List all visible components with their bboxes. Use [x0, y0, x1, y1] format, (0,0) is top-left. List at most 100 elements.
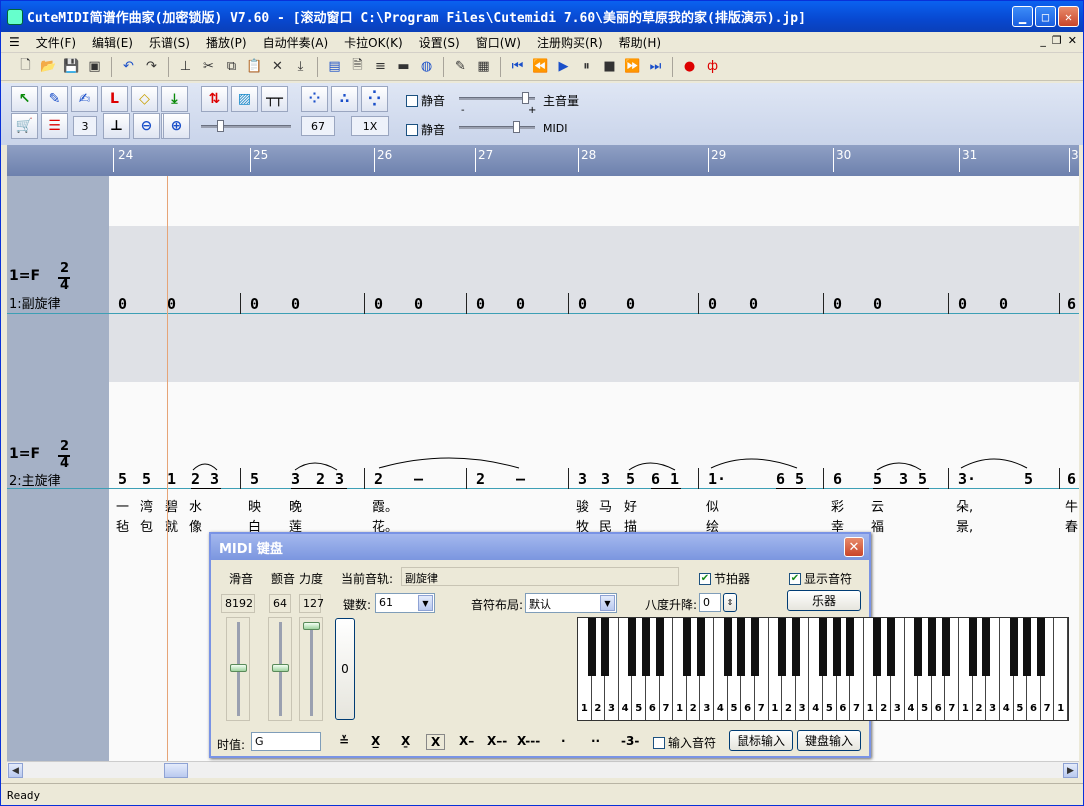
- sixteenth-note-icon[interactable]: ≚: [339, 734, 349, 748]
- note[interactable]: 0: [708, 295, 717, 313]
- black-key[interactable]: [819, 618, 827, 676]
- write-tool-icon[interactable]: ✍: [71, 86, 98, 112]
- rewind-icon[interactable]: ⏪: [530, 56, 551, 77]
- white-key[interactable]: 1: [1054, 618, 1068, 720]
- undo-icon[interactable]: ↶: [118, 56, 139, 77]
- black-key[interactable]: [778, 618, 787, 676]
- note[interactable]: 0: [250, 295, 259, 313]
- delete-icon[interactable]: ✕: [267, 56, 288, 77]
- black-key[interactable]: [791, 618, 800, 676]
- save-icon[interactable]: 💾: [61, 56, 82, 77]
- black-key[interactable]: [941, 618, 950, 676]
- black-key[interactable]: [914, 618, 923, 676]
- playback-cursor[interactable]: [167, 176, 168, 761]
- mdi-close-icon[interactable]: ✕: [1068, 34, 1077, 47]
- note[interactable]: 6: [1067, 295, 1076, 313]
- ruler-tool-icon[interactable]: ⊥: [103, 113, 130, 139]
- dotted-half-icon[interactable]: X–-: [487, 734, 507, 748]
- maximize-button[interactable]: □: [1035, 6, 1056, 27]
- black-key[interactable]: [968, 618, 977, 676]
- measure-ruler[interactable]: 24 25 26 27 28 29 30 31 3: [109, 145, 1079, 176]
- record-icon[interactable]: ●: [679, 56, 700, 77]
- duration-value[interactable]: G: [251, 732, 321, 751]
- save-all-icon[interactable]: ▣: [84, 56, 105, 77]
- score-view-icon[interactable]: ▤: [324, 56, 345, 77]
- menu-help[interactable]: 帮助(H): [611, 34, 669, 51]
- mute-checkbox-1[interactable]: 静音: [406, 92, 445, 109]
- tempo-value[interactable]: 67: [301, 116, 335, 136]
- black-key[interactable]: [927, 618, 936, 676]
- spacing-icon[interactable]: ☰: [41, 113, 68, 139]
- redo-icon[interactable]: ↷: [141, 56, 162, 77]
- note[interactable]: 0: [749, 295, 758, 313]
- pencil-tool-icon[interactable]: ✎: [41, 86, 68, 112]
- black-key[interactable]: [737, 618, 746, 676]
- black-key[interactable]: [832, 618, 841, 676]
- tempo-slider-thumb[interactable]: [217, 120, 224, 132]
- piano-keyboard[interactable]: 123456712345671234567123456712345671: [577, 617, 1069, 721]
- black-key[interactable]: [873, 618, 882, 676]
- vibrato-slider[interactable]: [268, 617, 292, 721]
- dots2-icon[interactable]: ⁛: [361, 86, 388, 112]
- list-icon[interactable]: ▦: [473, 56, 494, 77]
- black-key[interactable]: [1009, 618, 1018, 676]
- black-key[interactable]: [723, 618, 732, 676]
- eraser-icon[interactable]: ◇: [131, 86, 158, 112]
- menu-file[interactable]: 文件(F): [28, 34, 84, 51]
- dialog-close-button[interactable]: ✕: [844, 537, 864, 557]
- black-key[interactable]: [887, 618, 896, 676]
- octave-value[interactable]: 0: [699, 593, 721, 612]
- triplet-icon[interactable]: -3-: [621, 734, 639, 748]
- layout-select[interactable]: 默认 ▼: [525, 593, 617, 613]
- horizontal-scrollbar[interactable]: ◀ ▶: [7, 761, 1079, 778]
- note[interactable]: 0: [578, 295, 587, 313]
- mute-checkbox-2[interactable]: 静音: [406, 121, 445, 138]
- go-start-icon[interactable]: ⏮: [507, 56, 528, 77]
- midi-volume-thumb[interactable]: [513, 121, 520, 133]
- import-icon[interactable]: ⤓: [290, 56, 311, 77]
- menu-play[interactable]: 播放(P): [198, 34, 255, 51]
- note[interactable]: 0: [833, 295, 842, 313]
- insert-down-icon[interactable]: ⤓: [161, 86, 188, 112]
- velocity-slider[interactable]: [299, 617, 323, 721]
- zoom-out-icon[interactable]: ⊖: [133, 113, 160, 139]
- track1-name[interactable]: 1:副旋律: [9, 293, 61, 312]
- whole-beat-icon[interactable]: X: [426, 734, 446, 750]
- line-tool-icon[interactable]: L: [101, 86, 128, 112]
- half-note-icon[interactable]: X–: [459, 734, 474, 748]
- note[interactable]: 0: [118, 295, 127, 313]
- dot-icon[interactable]: ·: [561, 734, 566, 748]
- menu-register[interactable]: 注册购买(R): [529, 34, 611, 51]
- black-key[interactable]: [750, 618, 759, 676]
- menu-window[interactable]: 窗口(W): [468, 34, 529, 51]
- black-key[interactable]: [682, 618, 691, 676]
- align-icon[interactable]: ⊥: [175, 56, 196, 77]
- zoom-in-icon[interactable]: ⊕: [163, 113, 190, 139]
- dots-icon[interactable]: ∴: [331, 86, 358, 112]
- punch-icon[interactable]: ф: [702, 56, 723, 77]
- note[interactable]: 0: [414, 295, 423, 313]
- stop-icon[interactable]: ■: [599, 56, 620, 77]
- doc-menu-icon[interactable]: ☰: [1, 35, 28, 49]
- black-key[interactable]: [642, 618, 651, 676]
- note[interactable]: 0: [999, 295, 1008, 313]
- note[interactable]: 0: [958, 295, 967, 313]
- minimize-button[interactable]: ▁: [1012, 6, 1033, 27]
- open-folder-icon[interactable]: 📂: [38, 56, 59, 77]
- fast-forward-icon[interactable]: ⏩: [622, 56, 643, 77]
- track2-name[interactable]: 2:主旋律: [9, 470, 61, 489]
- menu-score[interactable]: 乐谱(S): [141, 34, 198, 51]
- copy-icon[interactable]: ⧉: [221, 56, 242, 77]
- center-value[interactable]: 0: [335, 618, 355, 720]
- globe-icon[interactable]: ◍: [416, 56, 437, 77]
- lines-icon[interactable]: ≡: [370, 56, 391, 77]
- pitch-slider[interactable]: [226, 617, 250, 721]
- page-icon[interactable]: 🗎: [347, 56, 368, 77]
- master-volume-thumb[interactable]: [522, 92, 529, 104]
- triplet-icon[interactable]: ⁘: [301, 86, 328, 112]
- black-key[interactable]: [587, 618, 596, 676]
- note[interactable]: 0: [516, 295, 525, 313]
- show-notes-checkbox[interactable]: ✔ 显示音符: [789, 570, 852, 587]
- close-button[interactable]: ✕: [1058, 6, 1079, 27]
- menu-karaoke[interactable]: 卡拉OK(K): [336, 34, 411, 51]
